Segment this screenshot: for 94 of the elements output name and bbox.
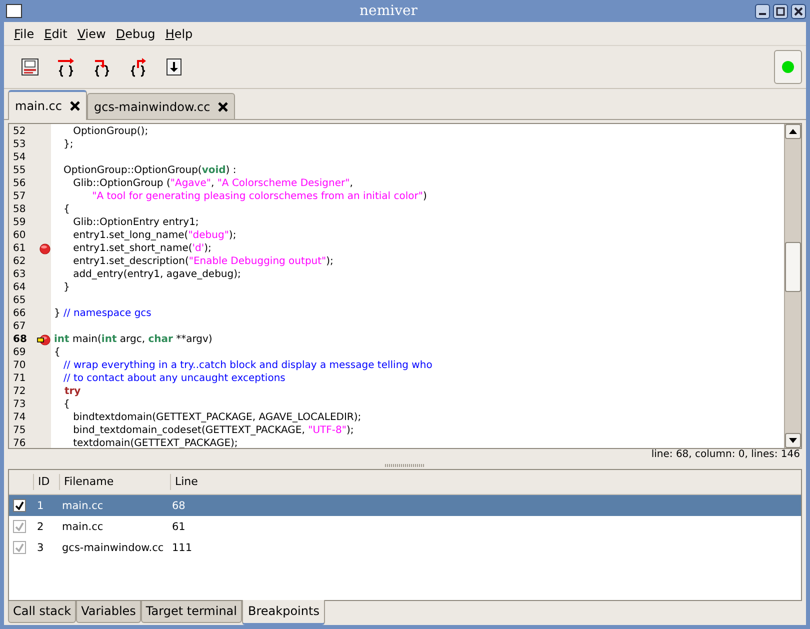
braces-arrow-icon[interactable] [128, 57, 148, 77]
line-number: 72 [12, 385, 27, 398]
line-number: 61 [12, 242, 27, 255]
line-number: 60 [12, 229, 27, 242]
table-cell-text: main.cc [61, 500, 104, 512]
line-number: 64 [12, 281, 27, 294]
line-number: 70 [12, 359, 27, 372]
line-number: 68 [12, 333, 28, 346]
braces-arrow-icon[interactable] [56, 57, 76, 77]
table-cell-text: 61 [171, 520, 186, 532]
breakpoint-row[interactable]: 3 gcs-mainwindow.cc 111 [9, 537, 801, 558]
enabled-checkbox[interactable] [13, 541, 26, 554]
table-cell-text: gcs-mainwindow.cc [61, 542, 165, 554]
column-header[interactable]: ID [33, 474, 59, 490]
line-number: 56 [12, 177, 27, 190]
table-cell-text: main.cc [61, 520, 104, 532]
minimize-icon[interactable] [755, 4, 770, 18]
line-number: 59 [12, 216, 27, 229]
code-line: add_entry(entry1, agave_debug); [72, 268, 241, 281]
table-cell-text: 2 [36, 520, 45, 532]
code-line: entry1.set_description("Enable Debugging output"); [72, 255, 334, 268]
code-line: } [62, 281, 70, 294]
code-line: { [62, 398, 70, 411]
code-line: bindtextdomain(GETTEXT_PACKAGE, AGAVE_LOCALEDIR); [72, 411, 362, 424]
code-line: }; [62, 138, 74, 151]
scrollbar-thumb[interactable] [785, 242, 801, 292]
line-number: 71 [12, 372, 27, 385]
panel-tab[interactable]: Call stack [8, 601, 76, 623]
table-cell-text: 68 [171, 500, 186, 512]
enabled-checkbox[interactable] [13, 520, 26, 533]
code-line: OptionGroup::OptionGroup(void) : [62, 164, 236, 177]
line-number: 76 [12, 437, 27, 448]
menu-item[interactable]: Edit [39, 26, 72, 40]
column-header[interactable]: Filename [59, 474, 170, 490]
maximize-icon[interactable] [773, 4, 788, 18]
line-number: 66 [12, 307, 27, 320]
code-line: // to contact about any uncaught exceptions [62, 372, 286, 385]
breakpoint-row[interactable]: 1 main.cc 68 [9, 495, 801, 516]
line-number: 55 [12, 164, 27, 177]
code-line: { [53, 346, 60, 359]
close-icon[interactable] [791, 4, 806, 18]
line-number: 73 [12, 398, 27, 411]
line-number: 69 [12, 346, 27, 359]
table-cell-text: 111 [171, 542, 194, 554]
document-icon[interactable] [20, 57, 40, 77]
code-line: Glib::OptionGroup ("Agave", "A Colorscheme Designer", [72, 177, 353, 190]
panel-tab[interactable]: Breakpoints [242, 600, 326, 625]
code-line: entry1.set_long_name("debug"); [72, 229, 236, 242]
breakpoint-icon[interactable] [37, 242, 51, 255]
menu-item[interactable]: File [9, 26, 40, 40]
window-title: nemiver [358, 3, 418, 19]
line-number: 63 [12, 268, 27, 281]
braces-arrow-icon[interactable] [92, 57, 112, 77]
code-line: entry1.set_short_name('d'); [72, 242, 212, 255]
code-line: { [62, 203, 70, 216]
down-arrow-icon[interactable] [789, 438, 797, 443]
menu-item[interactable]: Help [160, 26, 198, 40]
code-line: bind_textdomain_codeset(GETTEXT_PACKAGE, "UTF-8"); [72, 424, 354, 437]
line-number: 57 [12, 190, 27, 203]
close-icon[interactable] [218, 102, 228, 112]
table-cell-text: 3 [36, 542, 45, 554]
file-tab[interactable]: gcs-mainwindow.cc [87, 93, 236, 119]
menu-item[interactable]: Debug [110, 26, 160, 40]
code-line: textdomain(GETTEXT_PACKAGE); [72, 437, 238, 448]
code-line: // wrap everything in a try..catch block and display a message telling who [62, 359, 432, 372]
close-icon[interactable] [70, 101, 80, 111]
line-number: 52 [12, 125, 27, 138]
pane-handle[interactable] [385, 464, 425, 467]
code-line: "A tool for generating pleasing colorschemes from an initial color") [91, 190, 427, 203]
file-tab[interactable]: main.cc [8, 90, 87, 120]
up-arrow-icon[interactable] [789, 129, 797, 134]
code-line: int main(int argc, char **argv) [53, 333, 212, 346]
column-header[interactable]: Line [170, 474, 235, 490]
code-line: } // namespace gcs [53, 307, 152, 320]
enabled-checkbox[interactable] [13, 499, 26, 512]
line-number: 62 [12, 255, 27, 268]
line-number: 58 [12, 203, 27, 216]
menu-item[interactable]: View [72, 26, 111, 40]
line-number: 75 [12, 424, 27, 437]
panel-tab[interactable]: Variables [76, 601, 141, 623]
window-icon [6, 4, 22, 18]
scrollbar[interactable] [784, 124, 801, 448]
table-cell-text: 1 [36, 500, 45, 512]
line-number: 65 [12, 294, 27, 307]
code-line: OptionGroup(); [72, 125, 148, 138]
cursor-position: line: 68, column: 0, lines: 146 [650, 449, 801, 462]
breakpoint-row[interactable]: 2 main.cc 61 [9, 516, 801, 537]
line-number: 54 [12, 151, 27, 164]
code-line: Glib::OptionEntry entry1; [72, 216, 199, 229]
panel-tab[interactable]: Target terminal [140, 601, 242, 623]
line-number: 74 [12, 411, 27, 424]
line-number: 67 [12, 320, 27, 333]
code-line: try [63, 385, 81, 398]
line-number: 53 [12, 138, 27, 151]
